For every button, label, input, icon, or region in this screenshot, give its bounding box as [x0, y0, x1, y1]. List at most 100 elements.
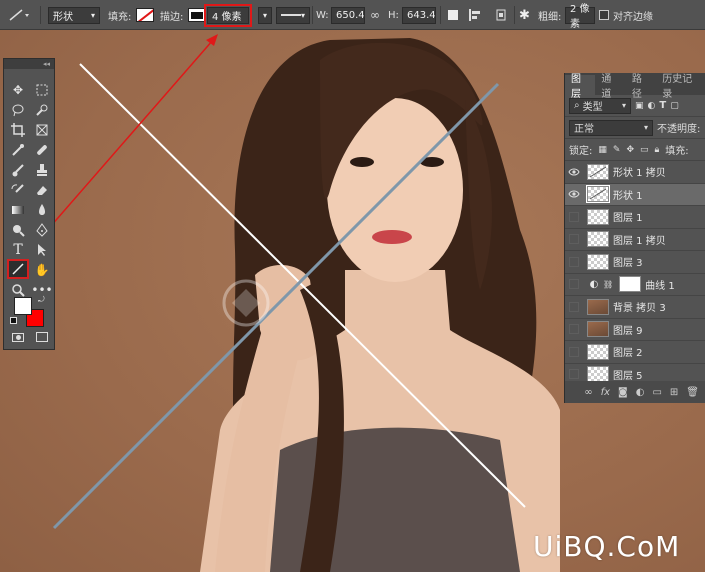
filter-shape-icon[interactable]: ▢ [670, 101, 679, 111]
visibility-toggle[interactable] [565, 301, 583, 312]
width-input[interactable]: 650.4 [331, 6, 365, 24]
visibility-toggle[interactable] [565, 369, 583, 380]
layer-row[interactable]: 图层 1 [565, 206, 705, 229]
eye-icon[interactable] [565, 168, 583, 176]
visibility-toggle[interactable] [565, 279, 583, 290]
frame-tool-icon[interactable] [32, 121, 52, 139]
chevron-down-icon: ▾ [90, 10, 95, 20]
fx-button[interactable]: fx [601, 387, 610, 398]
type-tool-icon[interactable]: T [8, 241, 28, 259]
path-select-icon[interactable] [32, 241, 52, 259]
eyedropper-tool-icon[interactable] [8, 141, 28, 159]
lock-position-icon[interactable]: ✥ [626, 145, 634, 155]
history-brush-icon[interactable] [8, 181, 28, 199]
center-watermark-logo [218, 275, 388, 335]
line-tool-icon [9, 9, 29, 21]
layer-name: 图层 3 [613, 258, 643, 270]
stroke-swatch[interactable] [188, 8, 206, 22]
layer-row[interactable]: 图层 3 [565, 251, 705, 274]
chevron-down-icon: ▾ [643, 123, 648, 132]
clone-stamp-icon[interactable] [32, 161, 52, 179]
eye-icon[interactable] [565, 190, 583, 198]
marquee-tool-icon[interactable] [32, 81, 52, 99]
layer-thumbnail [587, 253, 609, 270]
visibility-toggle[interactable] [565, 346, 583, 357]
layer-row[interactable]: 形状 1 拷贝 [565, 161, 705, 184]
adjustment-layer-icon[interactable]: ◐ [636, 387, 645, 398]
swap-colors-icon[interactable]: ⤾ [38, 295, 45, 305]
screen-mode-icon[interactable] [36, 332, 48, 342]
filter-type-icon[interactable]: T [659, 100, 666, 111]
layer-row[interactable]: 形状 1 [565, 183, 705, 206]
layer-thumbnail [619, 276, 642, 293]
toolbar-collapse-handle[interactable]: ◂◂ [4, 59, 54, 69]
gear-icon[interactable]: ✱ [519, 0, 530, 30]
stroke-width-input[interactable]: 4 像素 [204, 3, 252, 27]
line-tool-preset[interactable] [8, 0, 30, 30]
quick-mask-icon[interactable] [12, 333, 24, 342]
chevron-down-icon: ▾ [262, 10, 267, 20]
visibility-toggle[interactable] [565, 324, 583, 335]
foreground-color-swatch[interactable] [14, 297, 32, 315]
visibility-toggle[interactable] [565, 211, 583, 222]
chevron-down-icon: ▾ [621, 101, 626, 110]
tab-channels[interactable]: 通道 [595, 74, 625, 100]
stroke-width-dropdown[interactable]: ▾ [258, 6, 272, 24]
line-tool-icon[interactable] [7, 259, 29, 279]
link-layers-icon[interactable]: ∞ [584, 387, 592, 398]
layer-name: 形状 1 [613, 190, 643, 202]
layer-row[interactable]: 图层 9 [565, 319, 705, 341]
filter-kind-select[interactable]: ⌕ 类型 ▾ [569, 97, 631, 114]
tab-layers[interactable]: 图层 [565, 74, 596, 100]
layer-thumbnail [587, 343, 609, 360]
options-bar: 形状 ▾ 填充: 描边: 4 像素 ▾ ▾ W: 650.4 ∞ H: 643.… [0, 0, 705, 30]
lasso-tool-icon[interactable] [8, 101, 28, 119]
visibility-toggle[interactable] [565, 256, 583, 267]
layer-row[interactable]: 图层 2 [565, 341, 705, 364]
brush-tool-icon[interactable] [8, 161, 28, 179]
visibility-toggle[interactable] [565, 234, 583, 245]
weight-input[interactable]: 2 像素 [565, 4, 595, 30]
chevron-down-icon: ▾ [300, 10, 305, 20]
tab-history[interactable]: 历史记录 [656, 74, 705, 100]
trash-icon[interactable]: 🗑︎ [686, 387, 699, 398]
shape-mode-select[interactable]: 形状 ▾ [48, 6, 100, 24]
layer-row[interactable]: ◐ ⛓︎ 曲线 1 [565, 274, 705, 296]
lock-pixels-icon[interactable]: ✎ [613, 145, 621, 155]
lock-all-icon[interactable]: 🔒︎ [655, 145, 660, 155]
eraser-tool-icon[interactable] [32, 181, 52, 199]
filter-pixel-icon[interactable]: ▣ [635, 101, 644, 111]
layer-row[interactable]: 背景 拷贝 3 [565, 296, 705, 319]
crop-tool-icon[interactable] [8, 121, 28, 139]
dodge-tool-icon[interactable] [8, 221, 28, 239]
hand-tool-icon[interactable]: ✋ [32, 261, 52, 279]
align-edges-checkbox[interactable] [599, 10, 609, 20]
layer-row[interactable]: 图层 1 拷贝 [565, 229, 705, 251]
chain-link-icon[interactable]: ⛓︎ [603, 280, 613, 289]
path-arrangement-icon[interactable] [494, 0, 508, 30]
lock-artboard-icon[interactable]: ▭ [640, 145, 649, 155]
lock-transparent-icon[interactable]: ▦ [598, 145, 607, 155]
healing-brush-icon[interactable] [32, 141, 52, 159]
fill-swatch[interactable] [136, 8, 154, 22]
blend-mode-select[interactable]: 正常 ▾ [569, 119, 653, 136]
path-operations-icon[interactable] [448, 0, 458, 30]
new-layer-icon[interactable]: ⊞ [670, 387, 678, 398]
gradient-tool-icon[interactable] [8, 201, 28, 219]
tab-paths[interactable]: 路径 [626, 74, 656, 100]
group-folder-icon[interactable]: ▭ [652, 387, 661, 398]
blur-tool-icon[interactable] [32, 201, 52, 219]
filter-adjustment-icon[interactable]: ◐ [648, 101, 656, 111]
pen-tool-icon[interactable] [32, 221, 52, 239]
layer-thumbnail [587, 321, 609, 338]
link-icon[interactable]: ∞ [370, 8, 380, 22]
path-alignment-icon[interactable] [468, 0, 482, 30]
move-tool-icon[interactable]: ✥ [8, 81, 28, 99]
opacity-label: 不透明度: [657, 124, 701, 135]
default-colors-icon[interactable] [10, 317, 17, 324]
stroke-type-select[interactable]: ▾ [276, 6, 310, 24]
quick-select-tool-icon[interactable] [32, 101, 52, 119]
width-value: 650.4 [336, 9, 365, 21]
add-mask-icon[interactable]: ◙ [618, 387, 628, 398]
height-input[interactable]: 643.4 [402, 6, 436, 24]
